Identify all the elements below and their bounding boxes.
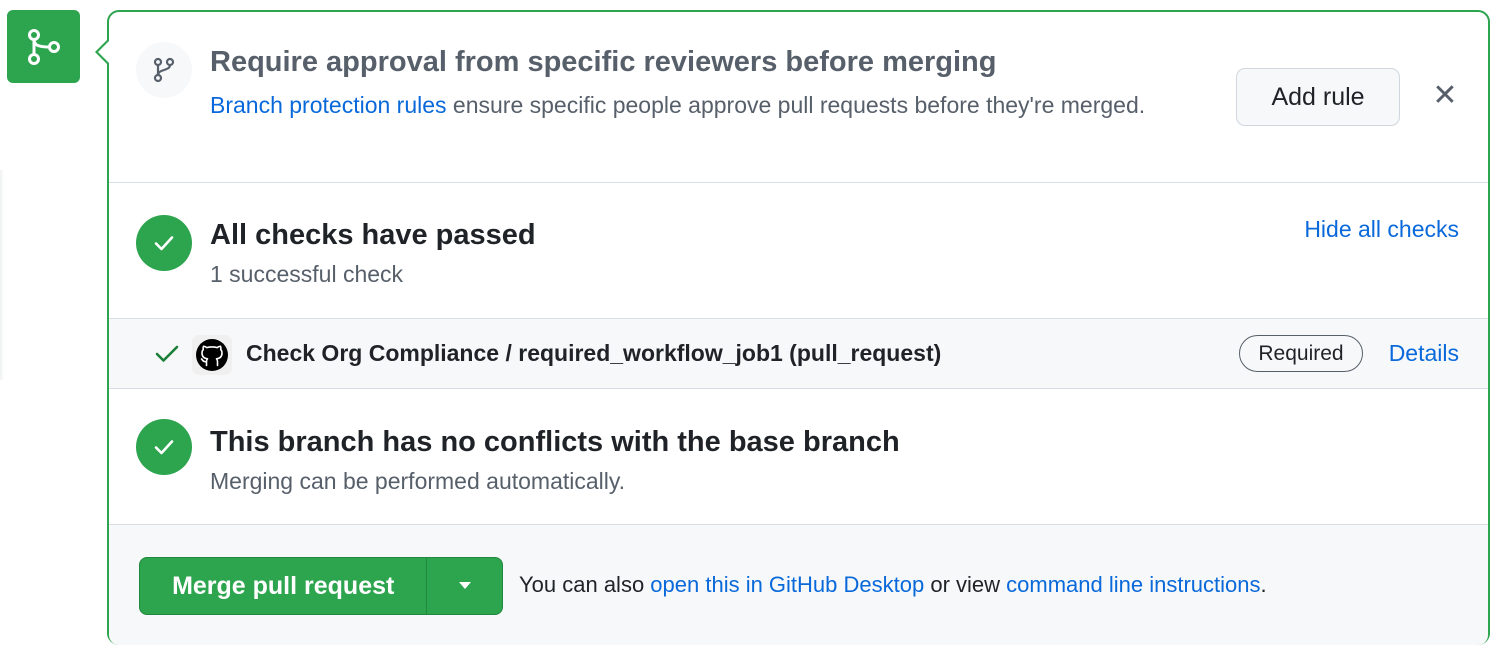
branch-protection-rules-link[interactable]: Branch protection rules — [210, 92, 447, 118]
merge-button-group: Merge pull request — [139, 557, 503, 615]
check-name: Check Org Compliance / required_workflow… — [246, 340, 942, 366]
rule-prompt-title: Require approval from specific reviewers… — [210, 46, 997, 78]
alternatives-middle: or view — [924, 572, 1007, 597]
checks-subtitle: 1 successful check — [210, 261, 404, 287]
check-icon-svg-small — [155, 345, 179, 362]
hide-all-checks-link[interactable]: Hide all checks — [1304, 216, 1459, 243]
git-merge-icon-svg — [27, 28, 60, 65]
merge-actions: Merge pull request You can also open thi… — [109, 525, 1488, 645]
check-circle-icon — [136, 215, 192, 271]
check-row: Check Org Compliance / required_workflow… — [109, 319, 1488, 389]
git-branch-icon-svg — [153, 57, 175, 83]
github-logo-svg — [196, 339, 228, 371]
checks-summary: All checks have passed 1 successful chec… — [109, 183, 1488, 319]
branch-rule-prompt: Require approval from specific reviewers… — [109, 12, 1488, 183]
github-logo-icon — [192, 335, 232, 375]
check-icon-svg — [154, 440, 174, 455]
conflicts-status: This branch has no conflicts with the ba… — [109, 389, 1488, 525]
add-rule-button[interactable]: Add rule — [1236, 68, 1400, 126]
merge-pull-request-button[interactable]: Merge pull request — [140, 558, 426, 614]
required-badge: Required — [1239, 335, 1363, 372]
merge-method-dropdown[interactable] — [426, 558, 502, 614]
command-line-instructions-link[interactable]: command line instructions — [1006, 572, 1260, 597]
alternatives-suffix: . — [1260, 572, 1267, 597]
rule-prompt-description: Branch protection rules ensure specific … — [210, 89, 1170, 122]
close-icon[interactable]: ✕ — [1428, 76, 1462, 116]
conflicts-subtitle: Merging can be performed automatically. — [210, 468, 626, 494]
check-icon — [154, 342, 180, 371]
checks-title: All checks have passed — [210, 219, 536, 251]
triangle-down-icon — [458, 582, 471, 589]
check-icon-svg — [154, 236, 174, 251]
git-branch-icon — [136, 42, 192, 98]
details-link[interactable]: Details — [1389, 340, 1459, 367]
check-circle-icon — [136, 419, 192, 475]
github-desktop-link[interactable]: open this in GitHub Desktop — [650, 572, 924, 597]
conflicts-title: This branch has no conflicts with the ba… — [210, 426, 900, 458]
git-merge-icon — [7, 10, 80, 83]
sidebar-shadow — [0, 170, 4, 380]
rule-prompt-description-text: ensure specific people approve pull requ… — [446, 92, 1146, 118]
alternatives-prefix: You can also — [519, 572, 651, 597]
merge-alternatives-text: You can also open this in GitHub Desktop… — [519, 572, 1267, 598]
merge-box: Require approval from specific reviewers… — [95, 10, 1490, 645]
